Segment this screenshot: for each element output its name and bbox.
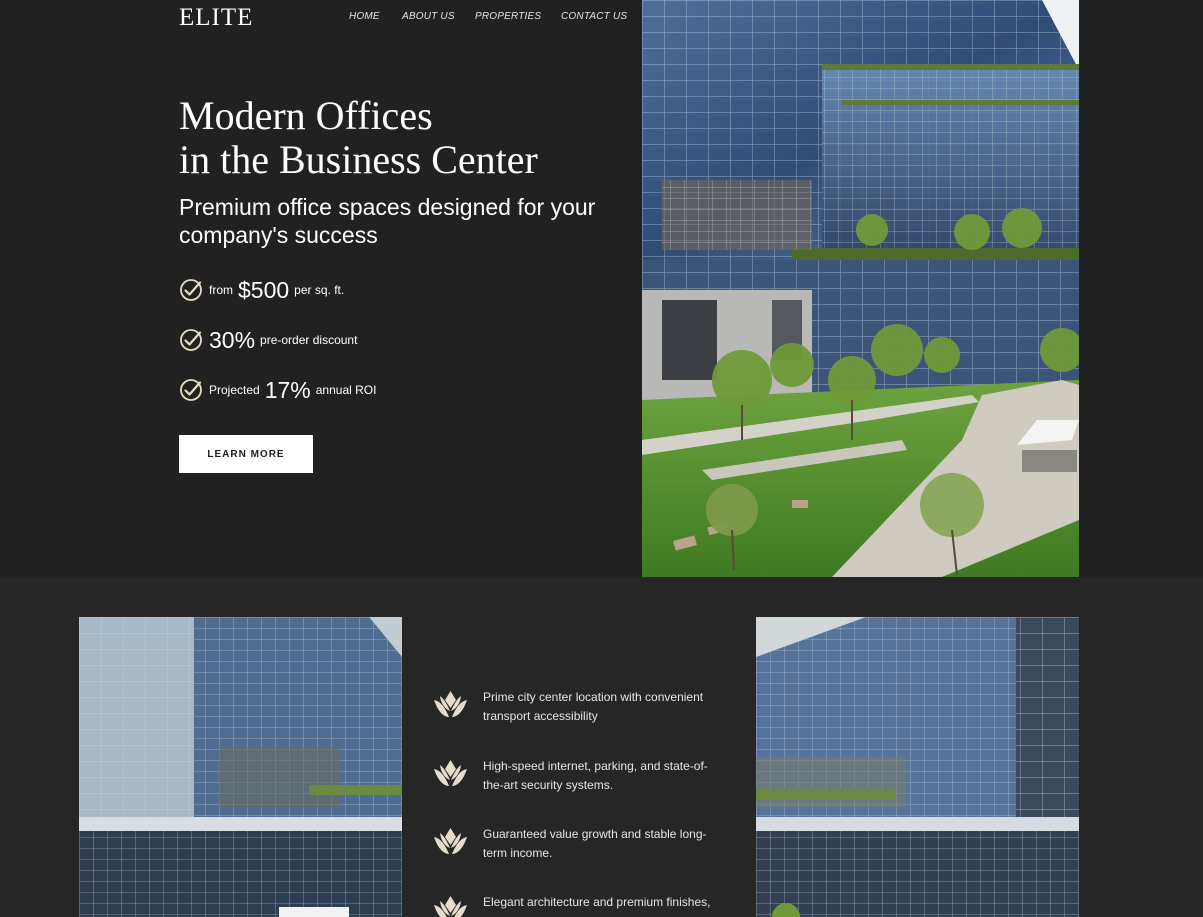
feature-discount: 30% pre-order discount xyxy=(179,325,357,355)
feature-price: from $500 per sq. ft. xyxy=(179,275,344,305)
brand-logo[interactable]: ELITE xyxy=(179,4,253,32)
feature-price-prefix: from xyxy=(209,283,233,297)
hero-title-line-2: in the Business Center xyxy=(179,137,538,182)
nav-contact-link[interactable]: CONTACT US xyxy=(561,11,627,22)
feature-roi: Projected 17% annual ROI xyxy=(179,375,376,405)
hero-building-photo xyxy=(642,0,1079,577)
feature-discount-suffix: pre-order discount xyxy=(260,333,358,347)
lotus-emblem-icon xyxy=(434,760,467,786)
check-circle-icon xyxy=(180,279,202,301)
feature-price-suffix: per sq. ft. xyxy=(294,283,345,297)
building-photo-right xyxy=(756,617,1079,917)
hero-title: Modern Offices in the Business Center xyxy=(179,94,639,182)
nav-properties-link[interactable]: PROPERTIES xyxy=(475,11,541,22)
benefit-text: Guaranteed value growth and stable long-… xyxy=(483,827,707,860)
feature-price-value: $500 xyxy=(238,276,290,303)
benefit-text: Prime city center location with convenie… xyxy=(483,690,704,723)
feature-roi-value: 17% xyxy=(264,376,311,403)
feature-discount-value: 30% xyxy=(209,326,256,353)
feature-roi-prefix: Projected xyxy=(209,383,260,397)
check-circle-icon xyxy=(180,379,202,401)
lotus-emblem-icon xyxy=(434,828,467,854)
benefit-item: Elegant architecture and premium finishe… xyxy=(432,893,732,917)
check-circle-icon xyxy=(180,329,202,351)
lotus-emblem-icon xyxy=(434,691,467,717)
benefit-item: Guaranteed value growth and stable long-… xyxy=(432,825,732,863)
feature-roi-suffix: annual ROI xyxy=(315,383,377,397)
benefit-text: Elegant architecture and premium finishe… xyxy=(483,895,711,909)
hero-title-line-1: Modern Offices xyxy=(179,93,433,138)
hero-subtitle: Premium office spaces designed for your … xyxy=(179,194,596,248)
nav-about-link[interactable]: ABOUT US xyxy=(402,11,455,22)
building-photo-left xyxy=(79,617,402,917)
lotus-emblem-icon xyxy=(434,896,467,917)
learn-more-button[interactable]: LEARN MORE xyxy=(179,435,313,473)
benefit-item: High-speed internet, parking, and state-… xyxy=(432,757,732,795)
benefit-item: Prime city center location with convenie… xyxy=(432,688,732,726)
benefit-text: High-speed internet, parking, and state-… xyxy=(483,759,708,792)
nav-home-link[interactable]: HOME xyxy=(349,11,380,22)
